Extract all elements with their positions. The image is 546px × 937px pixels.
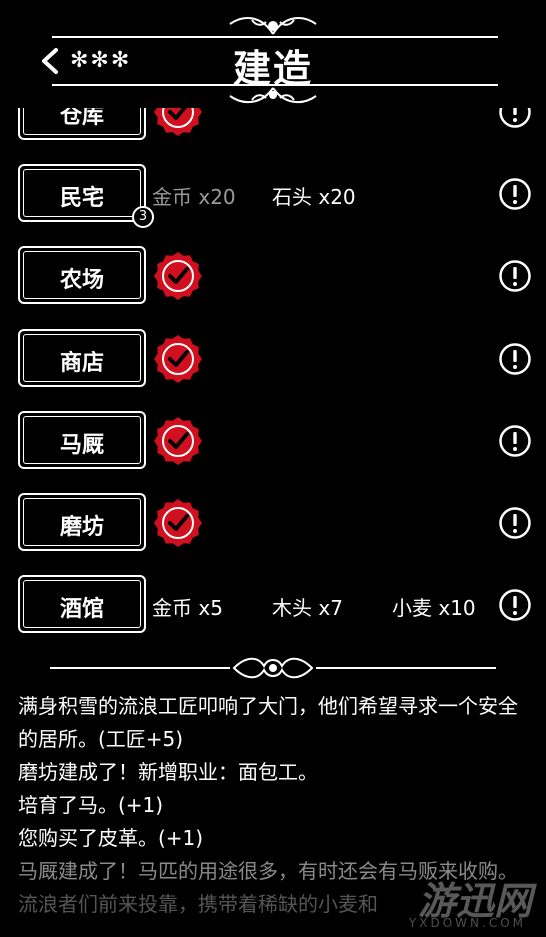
building-button[interactable]: 磨坊 <box>18 493 146 551</box>
section-divider <box>50 657 496 679</box>
building-name: 马厩 <box>59 432 104 458</box>
ornament-top-icon <box>229 17 317 35</box>
building-row: 磨坊 <box>0 493 546 555</box>
page-title: 建造 <box>232 46 313 91</box>
building-name: 民宅 <box>59 185 104 211</box>
back-arrow-icon[interactable] <box>38 44 62 78</box>
cost-item: 小麦 x10 <box>392 596 476 620</box>
log-line: 磨坊建成了！新增职业：面包工。 <box>18 760 318 784</box>
building-button[interactable]: 酒馆 <box>18 575 146 633</box>
building-button[interactable]: 民宅 <box>18 164 146 222</box>
info-icon[interactable] <box>498 177 532 211</box>
built-check-icon <box>154 417 202 465</box>
build-screen: 仓库 民宅 3 金币 x20 石头 x20 农场 商店 马厩 磨坊 酒馆 金币 x5 木头 x7 小麦 … <box>0 0 546 937</box>
info-icon[interactable] <box>498 424 532 458</box>
building-row: 商店 <box>0 329 546 391</box>
info-icon[interactable] <box>498 342 532 376</box>
built-check-icon <box>154 252 202 300</box>
built-check-icon <box>154 335 202 383</box>
log-line: 您购买了皮革。(+1) <box>18 826 204 850</box>
info-icon[interactable] <box>498 259 532 293</box>
header: ✻✻✻ 建造 <box>0 0 546 108</box>
building-button[interactable]: 马厩 <box>18 411 146 469</box>
count-badge: 3 <box>132 206 154 228</box>
log-line: 培育了马。(+1) <box>18 793 164 817</box>
building-name: 农场 <box>59 267 104 293</box>
building-row: 马厩 <box>0 411 546 473</box>
building-row: 农场 <box>0 246 546 308</box>
building-name: 酒馆 <box>59 596 104 622</box>
cost-item: 石头 x20 <box>272 185 356 209</box>
info-icon[interactable] <box>498 588 532 622</box>
info-icon[interactable] <box>498 506 532 540</box>
building-button[interactable]: 农场 <box>18 246 146 304</box>
watermark-url: YXDOWN.COM <box>408 916 526 930</box>
building-button[interactable]: 商店 <box>18 329 146 387</box>
built-check-icon <box>154 499 202 547</box>
cost-item: 金币 x5 <box>152 596 223 620</box>
building-name: 商店 <box>59 350 104 376</box>
building-row: 酒馆 金币 x5 木头 x7 小麦 x10 <box>0 575 546 637</box>
building-row: 民宅 3 金币 x20 石头 x20 <box>0 164 546 228</box>
cost-item: 木头 x7 <box>272 596 343 620</box>
log-line: 满身积雪的流浪工匠叩响了大门，他们希望寻求一个安全的居所。(工匠+5) <box>18 694 518 751</box>
header-stars: ✻✻✻ <box>70 48 132 73</box>
building-name: 磨坊 <box>59 514 104 540</box>
cost-item: 金币 x20 <box>152 185 236 209</box>
